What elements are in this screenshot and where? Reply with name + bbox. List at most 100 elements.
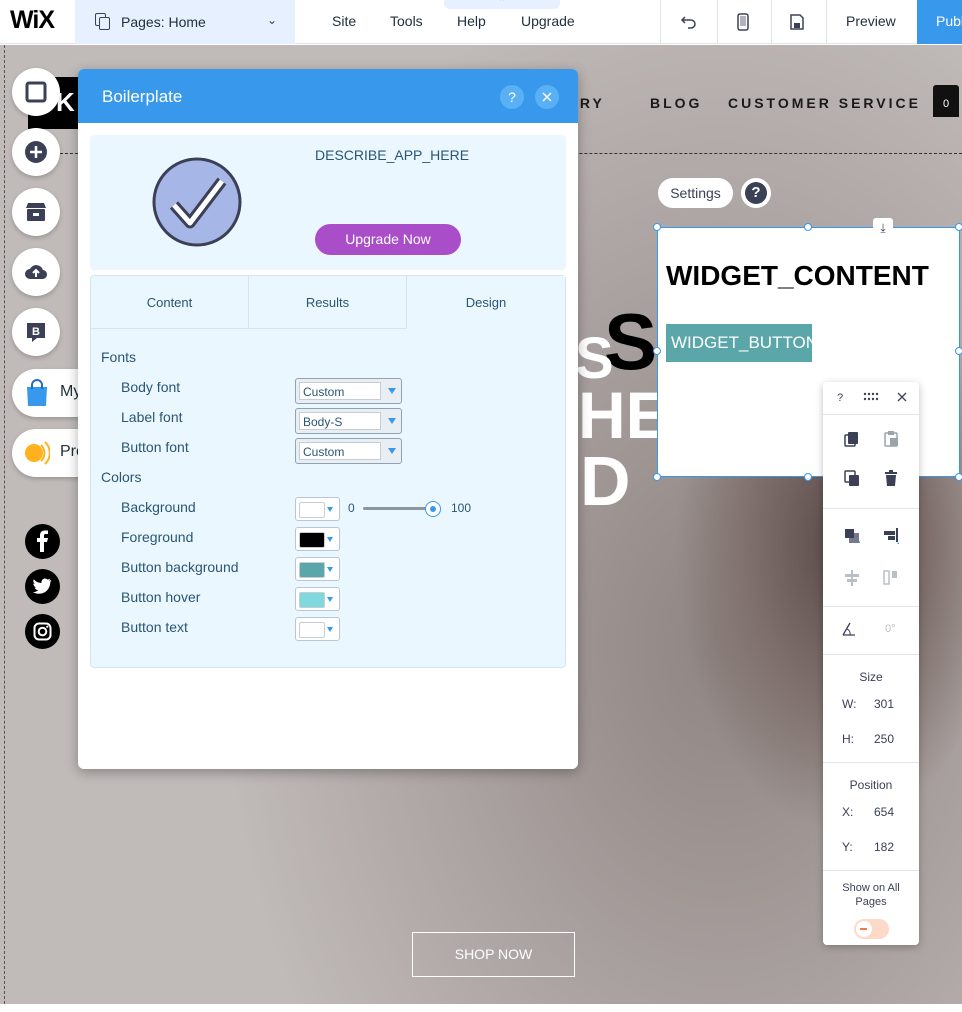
button-text-color-picker[interactable] xyxy=(295,617,340,641)
svg-text:B: B xyxy=(32,326,40,338)
upload-button[interactable] xyxy=(12,248,60,296)
wix-logo[interactable]: WiX xyxy=(10,6,55,35)
preview-button[interactable]: Preview xyxy=(846,13,896,29)
widget-settings-button[interactable]: Settings xyxy=(658,178,733,208)
page-selector[interactable]: Pages: Home ⌄ xyxy=(75,0,295,44)
menu-site[interactable]: Site xyxy=(332,13,356,29)
dropdown-arrow-icon xyxy=(327,507,333,512)
page-selector-label: Pages: Home xyxy=(121,14,206,30)
resize-handle[interactable] xyxy=(955,223,962,231)
dropdown-arrow-icon xyxy=(327,627,333,632)
resize-handle[interactable] xyxy=(653,473,661,481)
background-tool-button[interactable] xyxy=(12,68,60,116)
divider xyxy=(717,0,718,44)
button-hover-color-picker[interactable] xyxy=(295,587,340,611)
trash-icon[interactable] xyxy=(882,469,900,487)
hero-heading-fragment: HE xyxy=(578,378,670,452)
undo-icon[interactable] xyxy=(679,12,699,32)
foreground-color-picker[interactable] xyxy=(295,527,340,551)
colors-section-title: Colors xyxy=(101,469,142,485)
boilerplate-settings-panel: Boilerplate ? DESCRIBE_APP_HERE Upgrade … xyxy=(78,69,578,769)
x-input[interactable]: 654 xyxy=(874,805,894,819)
rotation-value[interactable]: 0° xyxy=(885,623,896,635)
twitter-icon[interactable] xyxy=(25,569,60,604)
label-font-value: Body-S xyxy=(299,412,381,430)
app-market-button[interactable] xyxy=(12,188,60,236)
add-element-button[interactable] xyxy=(12,128,60,176)
resize-handle[interactable] xyxy=(653,347,661,355)
facebook-icon[interactable] xyxy=(25,524,60,559)
duplicate-icon[interactable] xyxy=(843,469,861,487)
body-font-value: Custom xyxy=(299,382,381,400)
arrange-icon[interactable] xyxy=(843,527,861,545)
widget-help-button[interactable]: ? xyxy=(741,178,771,208)
panel-header[interactable]: Boilerplate ? xyxy=(78,69,578,123)
rotate-angle-icon[interactable] xyxy=(840,620,858,638)
upgrade-banner: DESCRIBE_APP_HERE Upgrade Now xyxy=(90,135,566,270)
cart-count: 0 xyxy=(942,98,950,110)
show-on-all-pages-label: Show on All Pages xyxy=(842,882,900,908)
resize-handle[interactable] xyxy=(955,473,962,481)
button-hover-color-label: Button hover xyxy=(121,589,201,605)
color-swatch xyxy=(299,562,325,578)
divider xyxy=(823,508,919,509)
copy-icon[interactable] xyxy=(843,430,861,448)
distribute-icon[interactable] xyxy=(843,569,861,587)
x-key: X: xyxy=(842,805,854,819)
upgrade-now-button[interactable]: Upgrade Now xyxy=(315,224,461,255)
background-color-label: Background xyxy=(121,499,196,515)
paste-icon[interactable] xyxy=(882,430,900,448)
align-icon[interactable] xyxy=(882,527,900,545)
close-icon[interactable] xyxy=(897,392,907,402)
cloud-upload-icon xyxy=(25,265,48,280)
tab-content[interactable]: Content xyxy=(91,276,249,329)
body-font-dropdown[interactable]: Custom xyxy=(295,378,402,404)
button-font-dropdown[interactable]: Custom xyxy=(295,438,402,464)
collapse-toolbar-tab[interactable]: ⌃ xyxy=(444,0,560,9)
background-color-picker[interactable] xyxy=(295,497,340,521)
site-nav-item-customer-service[interactable]: CUSTOMER SERVICE xyxy=(728,95,921,111)
shopping-bag-icon xyxy=(27,379,47,406)
position-label: Position xyxy=(849,778,893,792)
menu-tools[interactable]: Tools xyxy=(390,13,423,29)
pages-icon xyxy=(95,13,111,31)
shop-now-button[interactable]: SHOP NOW xyxy=(412,932,575,977)
menu-help[interactable]: Help xyxy=(457,13,486,29)
site-nav-item-blog[interactable]: BLOG xyxy=(650,95,702,111)
divider xyxy=(660,0,661,44)
panel-title: Boilerplate xyxy=(102,87,183,106)
tab-design[interactable]: Design xyxy=(407,276,565,329)
resize-handle[interactable] xyxy=(804,223,812,231)
save-icon[interactable] xyxy=(787,12,807,32)
y-key: Y: xyxy=(842,840,853,854)
panel-close-button[interactable] xyxy=(535,85,559,109)
height-input[interactable]: 250 xyxy=(874,732,894,746)
panel-help-button[interactable]: ? xyxy=(500,85,524,109)
drag-handle-icon[interactable] xyxy=(863,392,879,402)
show-on-all-pages-toggle[interactable] xyxy=(854,919,889,939)
cart-icon[interactable]: 0 xyxy=(933,85,959,117)
label-font-dropdown[interactable]: Body-S xyxy=(295,408,402,434)
button-font-value: Custom xyxy=(299,442,381,460)
width-input[interactable]: 301 xyxy=(874,697,894,711)
instagram-icon[interactable] xyxy=(25,614,60,649)
match-size-icon[interactable] xyxy=(882,569,900,587)
widget-button[interactable]: WIDGET_BUTTON xyxy=(666,324,818,362)
download-icon[interactable]: ⤓ xyxy=(873,218,893,238)
button-background-color-picker[interactable] xyxy=(295,557,340,581)
mobile-view-icon[interactable] xyxy=(733,12,753,32)
opacity-slider-knob[interactable] xyxy=(425,501,441,517)
blog-icon: B xyxy=(27,323,45,342)
blog-button[interactable]: B xyxy=(12,308,60,356)
publish-button[interactable]: Publish xyxy=(917,0,962,44)
resize-handle[interactable] xyxy=(653,223,661,231)
body-font-label: Body font xyxy=(121,379,181,395)
resize-handle[interactable] xyxy=(955,347,962,355)
button-text-color-label: Button text xyxy=(121,619,188,635)
toolbar-help-icon[interactable]: ? xyxy=(837,392,843,404)
color-swatch xyxy=(299,502,325,518)
resize-handle[interactable] xyxy=(804,473,812,481)
y-input[interactable]: 182 xyxy=(874,840,894,854)
tab-results[interactable]: Results xyxy=(249,276,407,329)
menu-upgrade[interactable]: Upgrade xyxy=(521,13,575,29)
